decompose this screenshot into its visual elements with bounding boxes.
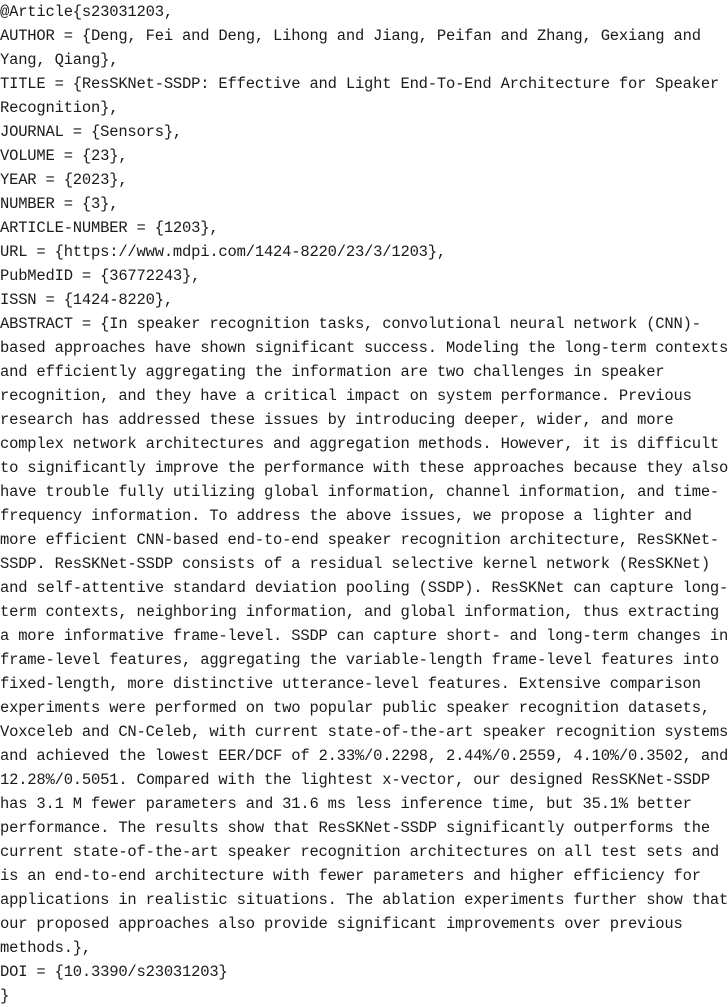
bibtex-line: @Article{s23031203, — [0, 3, 173, 21]
bibtex-line: Voxceleb and CN-Celeb, with current stat… — [0, 723, 728, 741]
bibtex-line: term contexts, neighboring information, … — [0, 603, 720, 621]
bibtex-line: our proposed approaches also provide sig… — [0, 915, 683, 933]
bibtex-line: 12.28%/0.5051. Compared with the lightes… — [0, 771, 710, 789]
bibtex-line: based approaches have shown significant … — [0, 339, 728, 357]
bibtex-line: TITLE = {ResSKNet-SSDP: Effective and Li… — [0, 75, 720, 93]
bibtex-line: Recognition}, — [0, 99, 119, 117]
bibtex-line: is an end-to-end architecture with fewer… — [0, 867, 701, 885]
bibtex-line: SSDP. ResSKNet-SSDP consists of a residu… — [0, 555, 710, 573]
bibtex-line: frequency information. To address the ab… — [0, 507, 692, 525]
bibtex-line: } — [0, 987, 10, 1005]
bibtex-line: more efficient CNN-based end-to-end spea… — [0, 531, 720, 549]
bibtex-line: AUTHOR = {Deng, Fei and Deng, Lihong and… — [0, 27, 701, 45]
bibtex-line: applications in realistic situations. Th… — [0, 891, 728, 909]
bibtex-line: a more informative frame-level. SSDP can… — [0, 627, 728, 645]
bibtex-line: ISSN = {1424-8220}, — [0, 291, 173, 309]
bibtex-line: frame-level features, aggregating the va… — [0, 651, 720, 669]
bibtex-line: recognition, and they have a critical im… — [0, 387, 692, 405]
bibtex-line: ABSTRACT = {In speaker recognition tasks… — [0, 315, 701, 333]
bibtex-line: VOLUME = {23}, — [0, 147, 128, 165]
bibtex-line: and achieved the lowest EER/DCF of 2.33%… — [0, 747, 728, 765]
bibtex-line: and efficiently aggregating the informat… — [0, 363, 665, 381]
bibtex-line: and self-attentive standard deviation po… — [0, 579, 728, 597]
bibtex-line: complex network architectures and aggreg… — [0, 435, 720, 453]
bibtex-line: current state-of-the-art speaker recogni… — [0, 843, 720, 861]
bibtex-entry: @Article{s23031203, AUTHOR = {Deng, Fei … — [0, 0, 728, 1007]
bibtex-line: ARTICLE-NUMBER = {1203}, — [0, 219, 219, 237]
bibtex-line: URL = {https://www.mdpi.com/1424-8220/23… — [0, 243, 446, 261]
bibtex-line: YEAR = {2023}, — [0, 171, 128, 189]
bibtex-line: experiments were performed on two popula… — [0, 699, 710, 717]
bibtex-line: has 3.1 M fewer parameters and 31.6 ms l… — [0, 795, 692, 813]
bibtex-line: NUMBER = {3}, — [0, 195, 119, 213]
bibtex-line: PubMedID = {36772243}, — [0, 267, 201, 285]
bibtex-line: to significantly improve the performance… — [0, 459, 728, 477]
bibtex-line: fixed-length, more distinctive utterance… — [0, 675, 701, 693]
bibtex-line: DOI = {10.3390/s23031203} — [0, 963, 228, 981]
bibtex-line: Yang, Qiang}, — [0, 51, 119, 69]
bibtex-line: performance. The results show that ResSK… — [0, 819, 710, 837]
bibtex-line: methods.}, — [0, 939, 92, 957]
bibtex-line: have trouble fully utilizing global info… — [0, 483, 720, 501]
bibtex-line: JOURNAL = {Sensors}, — [0, 123, 183, 141]
bibtex-line: research has addressed these issues by i… — [0, 411, 674, 429]
